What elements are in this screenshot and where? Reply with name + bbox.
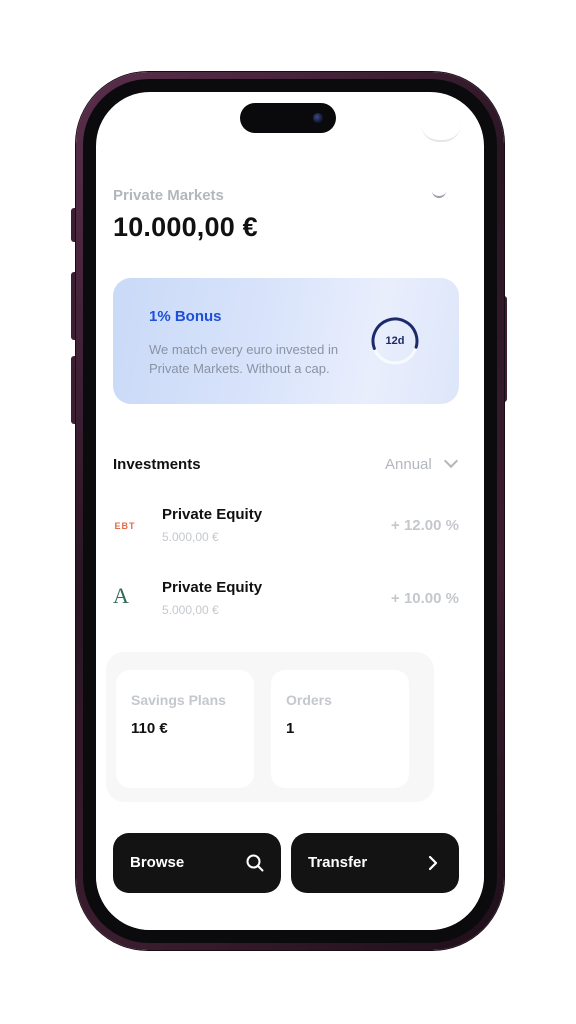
tile-label: Savings Plans: [131, 692, 226, 708]
orders-tile[interactable]: Orders 1: [271, 670, 409, 788]
search-icon: [246, 854, 264, 872]
tile-value: 110 €: [131, 720, 168, 737]
tile-value: 1: [286, 720, 295, 737]
transfer-button[interactable]: Transfer: [291, 833, 459, 893]
phone-mockup: Private Markets 10.000,00 € 1% Bonus We …: [0, 0, 576, 1024]
countdown-days: 12d: [385, 335, 405, 347]
period-selector[interactable]: Annual: [385, 456, 432, 473]
investment-row[interactable]: A Private Equity 5.000,00 € + 10.00 %: [96, 575, 484, 635]
investment-name: Private Equity: [162, 579, 263, 596]
chevron-down-icon[interactable]: [432, 188, 446, 198]
bonus-card[interactable]: 1% Bonus We match every euro invested in…: [113, 278, 459, 404]
dynamic-island: [240, 103, 336, 133]
investment-return: + 10.00 %: [391, 590, 459, 607]
investments-heading: Investments: [113, 456, 201, 473]
investment-row[interactable]: EBT Private Equity 5.000,00 € + 12.00 %: [96, 502, 484, 562]
bonus-description: We match every euro invested in Private …: [149, 342, 339, 376]
investment-amount: 5.000,00 €: [162, 603, 219, 617]
transfer-label: Transfer: [308, 854, 368, 871]
fund-logo: EBT: [114, 521, 136, 531]
pull-indicator: [421, 124, 461, 142]
investment-name: Private Equity: [162, 506, 263, 523]
tile-label: Orders: [286, 692, 332, 708]
chevron-right-icon: [428, 855, 438, 871]
chevron-down-icon[interactable]: [443, 453, 459, 469]
portfolio-balance: 10.000,00 €: [113, 212, 258, 242]
investment-return: + 12.00 %: [391, 517, 459, 534]
savings-plans-tile[interactable]: Savings Plans 110 €: [116, 670, 254, 788]
portfolio-label: Private Markets: [113, 187, 224, 204]
camera-icon: [313, 113, 323, 123]
bonus-title: 1% Bonus: [149, 308, 222, 325]
investment-amount: 5.000,00 €: [162, 530, 219, 544]
app-screen: Private Markets 10.000,00 € 1% Bonus We …: [96, 92, 484, 930]
browse-button[interactable]: Browse: [113, 833, 281, 893]
fund-logo: A: [113, 583, 129, 608]
browse-label: Browse: [130, 854, 185, 871]
